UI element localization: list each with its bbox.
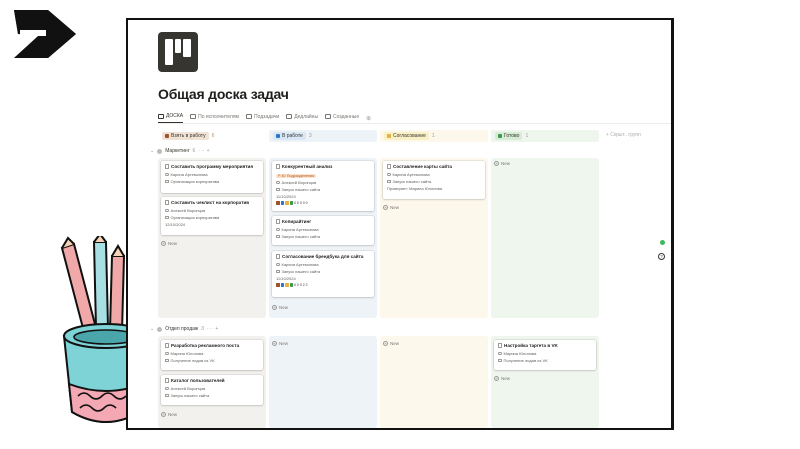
page-icon: [165, 378, 169, 383]
tab-board[interactable]: ДОСКА: [158, 113, 184, 123]
group-dot-icon: [157, 326, 163, 332]
task-card[interactable]: Каталог пользователей Алексей Воронцов З…: [161, 375, 263, 405]
plus-icon: +: [161, 240, 166, 246]
subtask-counters: 0 0 0 0 0: [276, 201, 371, 205]
page-icon: [498, 343, 502, 348]
task-card[interactable]: Копирайтинг Карина Артемонова Запуск наш…: [272, 216, 374, 245]
column-header-in-progress[interactable]: В работе 3: [269, 130, 377, 142]
subtask-counters: 0 0 0 2 2: [276, 283, 371, 287]
plus-icon: +: [383, 340, 388, 346]
tab-subtasks[interactable]: Подзадачи: [245, 114, 279, 123]
page-icon: [165, 164, 169, 169]
status-square-icon: [165, 134, 169, 138]
help-icon[interactable]: ?: [658, 253, 665, 260]
calendar-icon: [286, 114, 293, 119]
person-icon: [165, 386, 169, 391]
table-icon: [325, 114, 332, 119]
chevron-down-icon[interactable]: ⌄: [150, 148, 154, 154]
column-cell: [269, 336, 377, 428]
task-card[interactable]: Составить чеклист на корпоратив Алексей …: [161, 197, 263, 235]
tab-by-assignee[interactable]: По исполнителям: [190, 114, 239, 123]
view-tabs: ДОСКА По исполнителям Подзадачи Дедлайны…: [158, 113, 371, 123]
add-view-icon[interactable]: ⊕: [366, 115, 371, 122]
relation-icon: [276, 187, 280, 192]
new-card-button[interactable]: + New: [383, 205, 399, 210]
task-card[interactable]: Составление карты сайта Карина Артемонов…: [383, 161, 485, 199]
column-header-review[interactable]: Согласование 1: [380, 130, 488, 142]
group-header-marketing[interactable]: ⌄ Маркетинг 6 ··· +: [150, 148, 210, 154]
person-icon: [165, 172, 169, 177]
relation-icon: [387, 179, 391, 184]
new-card-button[interactable]: + New: [383, 341, 399, 346]
board-icon: [190, 114, 197, 119]
tag-badge: Р-Ю Подразделения: [276, 174, 317, 178]
plus-icon: +: [161, 411, 166, 417]
tab-created[interactable]: Созданные: [325, 114, 359, 123]
page-icon: [165, 343, 169, 348]
plus-icon: +: [272, 340, 277, 346]
task-card[interactable]: Согласование брендбука для сайта Карина …: [272, 251, 374, 297]
relation-icon: [276, 269, 280, 274]
relation-icon: [165, 393, 169, 398]
status-square-icon: [387, 134, 391, 138]
chevron-down-icon[interactable]: ⌄: [150, 326, 154, 332]
new-card-button[interactable]: + New: [161, 412, 177, 417]
column-header-todo[interactable]: Взять в работу 6: [158, 130, 266, 142]
board-icon: [158, 113, 164, 119]
page-icon: [165, 200, 169, 205]
relation-icon: [165, 179, 169, 184]
page-icon: [276, 254, 280, 259]
person-icon: [498, 351, 502, 356]
status-online-icon: [660, 240, 665, 245]
plus-icon: +: [383, 204, 388, 210]
person-icon: [276, 262, 280, 267]
brand-logo-icon: [14, 10, 76, 58]
add-hidden-group[interactable]: + Скрыт.. групп: [606, 132, 641, 138]
new-card-button[interactable]: + New: [494, 376, 510, 381]
page-icon: [276, 164, 280, 169]
table-icon: [245, 114, 252, 119]
new-card-button[interactable]: + New: [494, 161, 510, 166]
notion-board-screenshot: Общая доска задач ДОСКА По исполнителям …: [126, 18, 674, 430]
group-dot-icon: [157, 148, 163, 154]
new-card-button[interactable]: + New: [161, 241, 177, 246]
person-icon: [165, 351, 169, 356]
person-icon: [276, 227, 280, 232]
tab-deadlines[interactable]: Дедлайны: [286, 114, 318, 123]
column-cell: [380, 336, 488, 428]
task-card[interactable]: Составить программу мероприятия Карина А…: [161, 161, 263, 193]
divider: [158, 123, 671, 124]
column-header-done[interactable]: Готово 1: [491, 130, 599, 142]
new-card-button[interactable]: + New: [272, 305, 288, 310]
person-icon: [276, 180, 280, 185]
plus-icon: +: [272, 304, 277, 310]
status-square-icon: [498, 134, 502, 138]
task-card[interactable]: Настройка таргета в VK Марина Юлонова По…: [494, 340, 596, 370]
status-square-icon: [276, 134, 280, 138]
page-icon: [387, 164, 391, 169]
relation-icon: [498, 358, 502, 363]
column-cell: [491, 158, 599, 318]
person-icon: [165, 208, 169, 213]
relation-icon: [165, 215, 169, 220]
relation-icon: [276, 234, 280, 239]
page-title: Общая доска задач: [158, 86, 289, 102]
new-card-button[interactable]: + New: [272, 341, 288, 346]
task-card[interactable]: Разработка рекламного поста Марина Юлоно…: [161, 340, 263, 370]
relation-icon: [165, 358, 169, 363]
page-trello-icon: [158, 32, 198, 72]
group-header-sales[interactable]: ⌄ Отдел продаж 3 ··· +: [150, 326, 219, 332]
person-icon: [387, 172, 391, 177]
page-icon: [276, 219, 280, 224]
plus-icon: +: [494, 160, 499, 166]
plus-icon: +: [494, 375, 499, 381]
task-card[interactable]: Конкурентный анализ Р-Ю Подразделения Ал…: [272, 161, 374, 211]
